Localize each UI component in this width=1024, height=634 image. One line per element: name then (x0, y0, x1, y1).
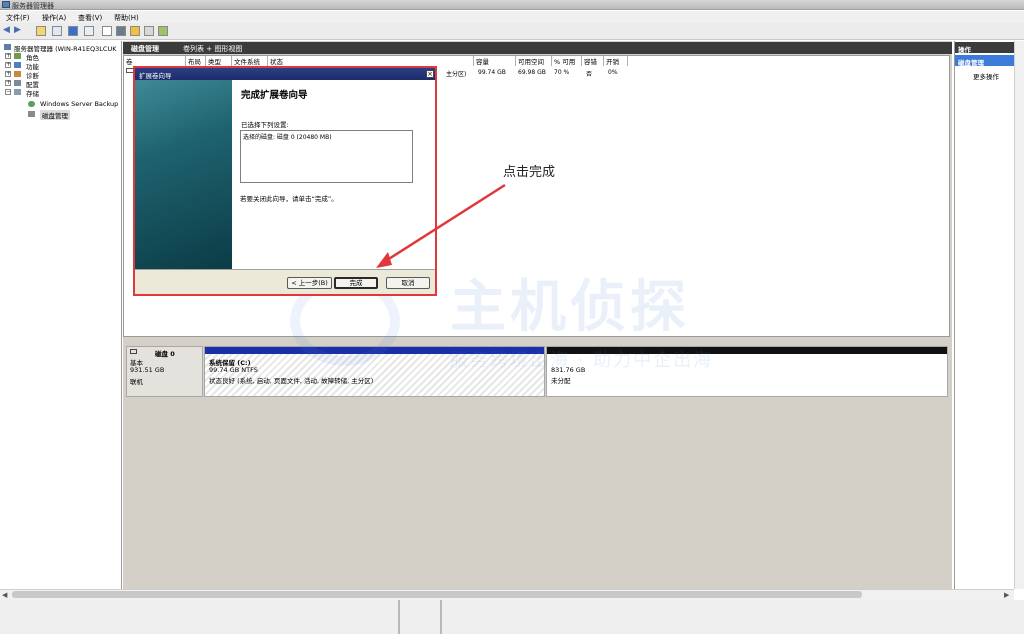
annotation-arrow (376, 183, 506, 268)
